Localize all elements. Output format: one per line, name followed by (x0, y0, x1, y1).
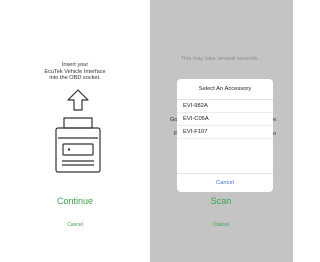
dialog-cancel-button[interactable]: Cancel (177, 173, 273, 192)
accessory-option[interactable]: EVI-C05A (177, 113, 273, 126)
dialog-title: Select An Accessory (177, 79, 273, 100)
accessory-option[interactable]: EVI-F107 (177, 126, 273, 139)
accessory-picker-dialog: Select An Accessory EVI-982A EVI-C05A EV… (177, 79, 273, 192)
connect-instructions-panel: Insert your EcuTek Vehicle Interface int… (0, 0, 150, 262)
obscured-text-fragment: o (273, 131, 277, 137)
scan-button[interactable]: Scan (186, 196, 256, 206)
obscured-text-fragment: e. (273, 117, 278, 123)
instruction-text: Insert your EcuTek Vehicle Interface int… (10, 62, 140, 82)
cancel-link[interactable]: Cancel (45, 222, 105, 228)
obd-plug-icon (55, 89, 101, 173)
wait-message: This may take several seconds... (180, 56, 263, 62)
instruction-line: Insert your (61, 62, 89, 68)
instruction-line: EcuTek Vehicle Interface (44, 68, 106, 75)
accessory-option[interactable]: EVI-982A (177, 100, 273, 113)
instruction-line: into the OBD socket. (49, 75, 101, 82)
cancel-link[interactable]: Cancel (191, 222, 251, 228)
scan-panel: This may take several seconds... Go e. P… (150, 0, 293, 262)
continue-button[interactable]: Continue (40, 196, 110, 206)
